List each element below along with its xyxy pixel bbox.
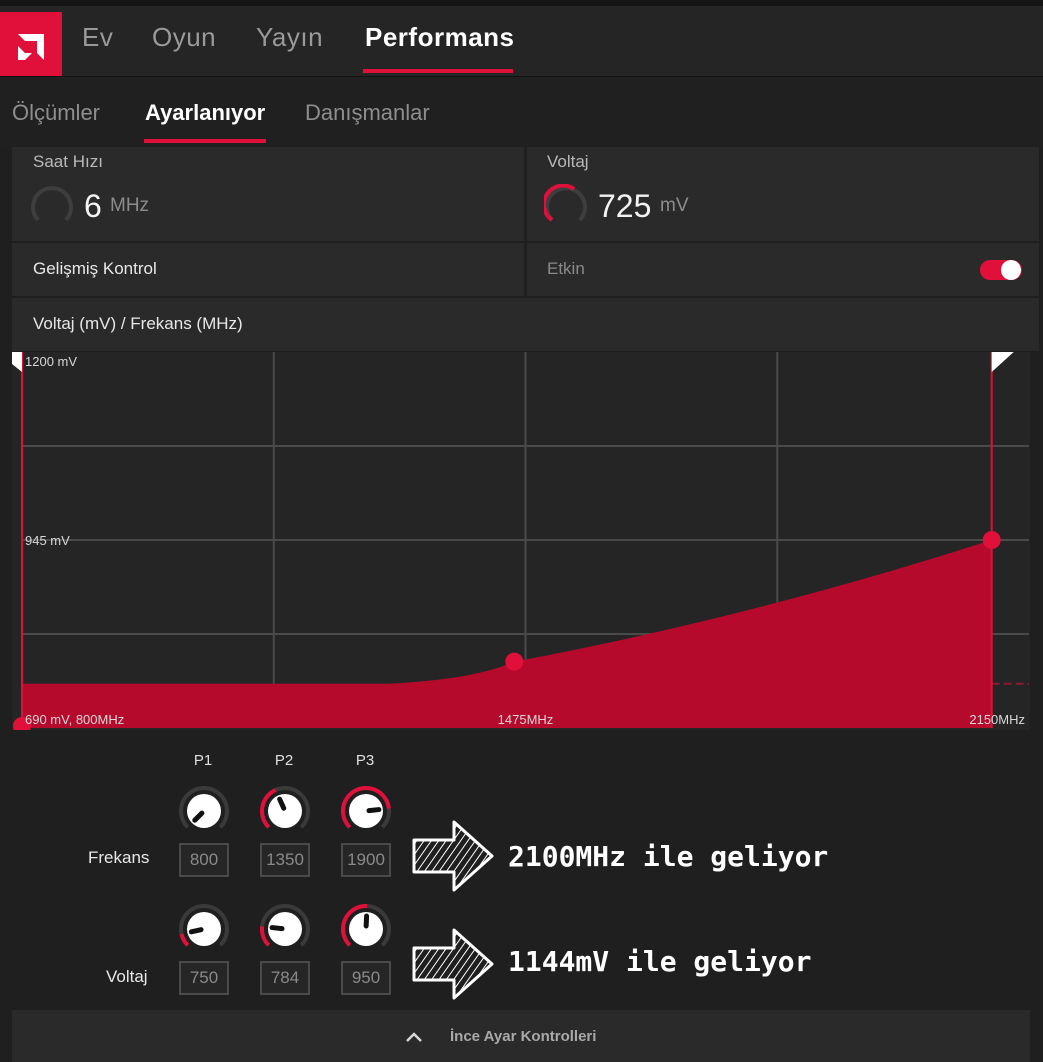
chart-svg[interactable]: 1200 mV 945 mV 690 mV, 800MHz 1475MHz 21… (12, 352, 1030, 730)
voltage-annotation: 1144mV ile geliyor (508, 945, 812, 978)
voltage-p3-input[interactable]: 950 (341, 961, 391, 995)
right-arrow-icon (412, 820, 494, 892)
voltage-p1-knob-pointer (188, 927, 204, 935)
advanced-control-state-panel (527, 243, 1039, 296)
voltage-p2-knob-fill (260, 926, 271, 947)
voltage-unit: mV (660, 195, 689, 216)
voltage-p1-knob-fill (179, 933, 190, 947)
toggle-knob (1001, 260, 1021, 280)
column-p3: P3 (355, 752, 375, 769)
fine-tune-controls-bar[interactable]: İnce Ayar Kontrolleri (12, 1010, 1030, 1062)
voltage-value: 725 (598, 188, 652, 224)
tab-performans[interactable]: Performans (365, 22, 515, 53)
voltage-p2-input[interactable]: 784 (260, 961, 310, 995)
tab-oyun[interactable]: Oyun (152, 22, 216, 53)
sub-nav: Ölçümler Ayarlanıyor Danışmanlar (0, 76, 1043, 146)
frequency-p2-input[interactable]: 1350 (260, 843, 310, 877)
tab-yayin[interactable]: Yayın (256, 22, 323, 53)
voltage-p1-knob-dial (187, 912, 221, 946)
y-tick-label-1200: 1200 mV (25, 354, 77, 369)
column-p1: P1 (193, 752, 213, 769)
frequency-p2-knob[interactable] (259, 785, 311, 837)
clock-speed-label: Saat Hızı (33, 152, 103, 171)
voltage-p1-input[interactable]: 750 (179, 961, 229, 995)
frequency-p3-knob[interactable] (340, 785, 392, 837)
curve-point-max (982, 531, 1001, 549)
subtab-ayarlaniyor[interactable]: Ayarlanıyor (145, 100, 265, 126)
advanced-control-state: Etkin (547, 259, 585, 278)
fine-tune-controls-label[interactable]: İnce Ayar Kontrolleri (450, 1028, 596, 1045)
active-tab-indicator (363, 69, 513, 73)
frequency-p1-knob-dial (187, 794, 221, 828)
curve-title: Voltaj (mV) / Frekans (MHz) (33, 314, 243, 333)
y-tick-label-945: 945 mV (25, 533, 70, 548)
frequency-p3-knob-pointer (366, 807, 382, 814)
voltage-gauge-icon (544, 184, 587, 222)
frequency-row-label: Frekans (88, 848, 150, 867)
advanced-control-label: Gelişmiş Kontrol (33, 259, 157, 278)
x-tick-label-1475: 1475MHz (498, 712, 554, 727)
voltage-p2-knob[interactable] (259, 903, 311, 955)
voltage-label: Voltaj (547, 152, 589, 171)
clock-speed-unit: MHz (110, 195, 150, 216)
right-arrow-icon (412, 928, 494, 1000)
x-tick-label-2150: 2150MHz (969, 712, 1025, 727)
frequency-p2-knob-dial (268, 794, 302, 828)
active-subtab-indicator (144, 139, 266, 143)
subtab-danismanlar[interactable]: Danışmanlar (305, 100, 430, 126)
frequency-p3-input[interactable]: 1900 (341, 843, 391, 877)
voltage-p1-knob[interactable] (178, 903, 230, 955)
amd-logo-icon[interactable] (0, 12, 62, 82)
column-p2: P2 (274, 752, 294, 769)
voltage-frequency-chart[interactable]: 1200 mV 945 mV 690 mV, 800MHz 1475MHz 21… (12, 352, 1030, 730)
frequency-p1-input[interactable]: 800 (179, 843, 229, 877)
frequency-p1-knob[interactable] (178, 785, 230, 837)
clock-speed-value: 6 (84, 188, 102, 224)
subtab-olcumler[interactable]: Ölçümler (12, 100, 100, 126)
voltage-row-label: Voltaj (106, 967, 148, 986)
voltage-p2-knob-pointer (269, 925, 285, 932)
chevron-up-icon[interactable] (404, 1030, 424, 1044)
frequency-annotation: 2100MHz ile geliyor (508, 840, 829, 873)
clock-gauge-icon (31, 186, 73, 222)
y-tick-label-690: 690 mV, 800MHz (25, 712, 124, 727)
curve-point-mid (505, 652, 524, 671)
voltage-p3-knob[interactable] (340, 903, 392, 955)
advanced-control-toggle[interactable] (980, 260, 1022, 280)
tab-ev[interactable]: Ev (82, 22, 113, 53)
